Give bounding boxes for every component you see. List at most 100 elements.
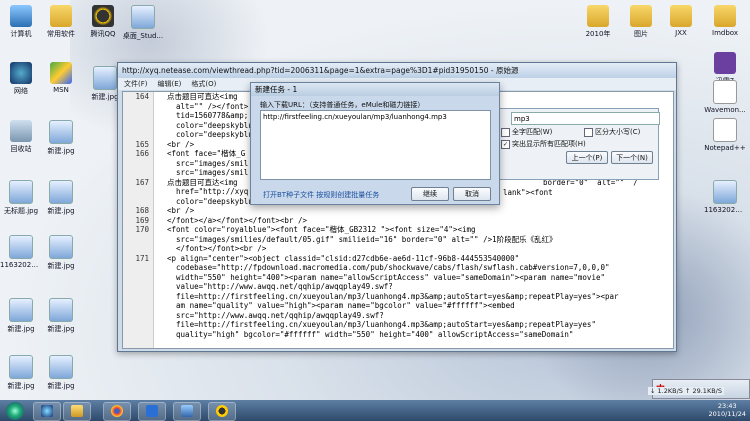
desktop-icon-file[interactable]: 新建.jpg — [0, 298, 42, 334]
checkbox-label: 全字匹配(W) — [512, 128, 553, 136]
line-number: 170 — [135, 225, 149, 234]
desktop-icon-recycle-bin[interactable]: 回收站 — [0, 120, 42, 154]
desktop-icon-folder[interactable]: 常用软件 — [40, 5, 82, 39]
image-file-icon — [9, 235, 33, 259]
menu-edit[interactable]: 编辑(E) — [158, 79, 182, 89]
line-text: href="http://xyq — [167, 187, 249, 196]
clock[interactable]: 23:43 2010/11/24 — [709, 402, 746, 418]
line-text: am name="quality" value="high"><param na… — [167, 301, 515, 310]
desktop-icon-file[interactable]: 11632027... — [704, 180, 746, 214]
icon-label: 新建.jpg — [47, 207, 75, 215]
desktop-icon-file[interactable]: 新建.jpg — [40, 120, 82, 156]
desktop-icon-file[interactable]: 11632027... — [0, 235, 42, 269]
clock-time: 23:43 — [717, 402, 737, 410]
taskbar-explorer[interactable] — [63, 402, 91, 421]
desktop-icon-msn[interactable]: MSN — [40, 62, 82, 94]
code-line: src="http://www.awqq.net/qqhip/awqqplay4… — [123, 311, 673, 321]
new-task-dialog[interactable]: 新建任务 - 1 输入下载URL：（支持普通任务，eMule和磁力链接） 打开B… — [250, 82, 500, 205]
taskbar-app[interactable] — [173, 402, 201, 421]
line-number: 167 — [135, 177, 149, 187]
desktop-icon-computer[interactable]: 计算机 — [0, 5, 42, 39]
highlight-all-checkbox[interactable]: ✓ 突出显示所有匹配项(H) — [501, 139, 586, 149]
line-text: </font></a></font></font><br /> — [167, 215, 307, 225]
icon-label: 计算机 — [10, 30, 32, 38]
desktop-icon-file[interactable]: 桌面_Stud... — [122, 5, 164, 41]
desktop-icon-file[interactable]: 新建.jpg — [40, 180, 82, 216]
code-line: file=http://firstfeeling.cn/xueyoulan/mp… — [123, 292, 673, 302]
network-speed: ↓ 1.2KB/S ↑ 29.1KB/S — [648, 387, 724, 395]
code-line: width="550" height="400"><param name="al… — [123, 273, 673, 283]
code-line: quality="high" bgcolor="#ffffff" width="… — [123, 330, 673, 340]
desktop-icon-file[interactable]: 新建.jpg — [40, 298, 82, 334]
image-file-icon — [49, 235, 73, 259]
dialog-prompt: 输入下载URL：（支持普通任务，eMule和磁力链接） — [260, 101, 425, 109]
taskbar-qq[interactable] — [208, 402, 236, 421]
icon-label: JXX — [675, 29, 687, 37]
desktop-icon-folder[interactable]: Imdbox — [704, 5, 746, 37]
word-icon — [146, 405, 158, 417]
find-next-button[interactable]: 下一个(N) — [611, 151, 653, 164]
image-file-icon — [49, 180, 73, 204]
dialog-title: 新建任务 - 1 — [251, 83, 499, 96]
icon-label: 新建.jpg — [47, 382, 75, 390]
line-text: color="deepskyblu — [167, 196, 253, 206]
desktop-icon-file[interactable]: 无标题.jpg — [0, 180, 42, 216]
taskbar-ie[interactable] — [33, 402, 61, 421]
menu-format[interactable]: 格式(O) — [191, 79, 216, 89]
folder-icon — [670, 5, 692, 27]
folder-icon — [630, 5, 652, 27]
match-case-checkbox[interactable]: 区分大小写(C) — [584, 127, 640, 137]
url-input[interactable] — [260, 110, 491, 180]
find-prev-button[interactable]: 上一个(P) — [566, 151, 608, 164]
icon-label: 新建.jpg — [47, 262, 75, 270]
desktop-icon-file[interactable]: 新建.jpg — [0, 355, 42, 391]
checkbox-label: 区分大小写(C) — [595, 128, 641, 136]
clock-date: 2010/11/24 — [708, 410, 746, 418]
code-line: am name="quality" value="high"><param na… — [123, 301, 673, 311]
code-line: 171 <p align="center"><object classid="cl… — [123, 254, 673, 264]
desktop-icon-folder[interactable]: JXX — [660, 5, 702, 37]
folder-icon — [714, 5, 736, 27]
folder-icon — [587, 5, 609, 27]
cancel-button[interactable]: 取消 — [453, 187, 491, 201]
continue-button[interactable]: 继续 — [411, 187, 449, 201]
find-panel: 全字匹配(W) 区分大小写(C) ✓突出显示所有匹配项(H) 上一个(P) 下一… — [495, 108, 660, 180]
start-button[interactable] — [6, 402, 24, 420]
line-text: <br /> — [167, 206, 195, 215]
line-text: color="deepskyblu — [167, 120, 253, 130]
folder-icon — [71, 405, 83, 417]
desktop-icon-file[interactable]: Notepad++ — [704, 118, 746, 152]
icon-label: 常用软件 — [47, 30, 75, 38]
taskbar-word[interactable] — [138, 402, 166, 421]
line-text: width="550" height="400"><param name="al… — [167, 272, 605, 282]
taskbar-chrome[interactable] — [103, 402, 131, 421]
desktop-icon-folder[interactable]: 2010年 — [577, 5, 619, 39]
checkbox-box — [501, 127, 510, 137]
line-number: 165 — [135, 139, 149, 149]
qq-icon — [92, 5, 114, 27]
bt-torrent-link[interactable]: 打开BT种子文件 按规则创建批量任务 — [263, 190, 379, 200]
line-text: src="images/smil — [167, 168, 249, 177]
find-input[interactable] — [511, 112, 660, 125]
desktop-icon-file[interactable]: 新建.jpg — [40, 355, 82, 391]
desktop-icon-file[interactable]: Wavemon... — [704, 80, 746, 114]
line-text: <font face="楷体_G — [167, 149, 246, 158]
desktop-icon-file[interactable]: 新建.jpg — [40, 235, 82, 271]
image-file-icon — [49, 298, 73, 322]
image-file-icon — [9, 180, 33, 204]
icon-label: 新建.jpg — [47, 147, 75, 155]
code-line: </font></font><br /> — [123, 244, 673, 254]
desktop-icon-folder[interactable]: 图片 — [620, 5, 662, 39]
desktop-icon-network[interactable]: 网络 — [0, 62, 42, 96]
computer-icon — [10, 5, 32, 27]
whole-word-checkbox[interactable]: 全字匹配(W) — [501, 127, 552, 137]
icon-label: Wavemon... — [704, 106, 746, 114]
line-number: 171 — [135, 253, 149, 263]
line-text: 点击题目可直达<img — [167, 177, 238, 187]
window-title: http://xyq.netease.com/viewthread.php?ti… — [118, 63, 676, 78]
desktop-icon-qq[interactable]: 腾讯QQ — [82, 5, 124, 39]
code-line: 170 <font color="royalblue"><font face="楷… — [123, 225, 673, 235]
code-line: src="images/smilies/default/05.gif" smil… — [123, 235, 673, 245]
code-line: value="http://www.awqq.net/qqhip/awqqpla… — [123, 282, 673, 292]
menu-file[interactable]: 文件(F) — [124, 79, 148, 89]
